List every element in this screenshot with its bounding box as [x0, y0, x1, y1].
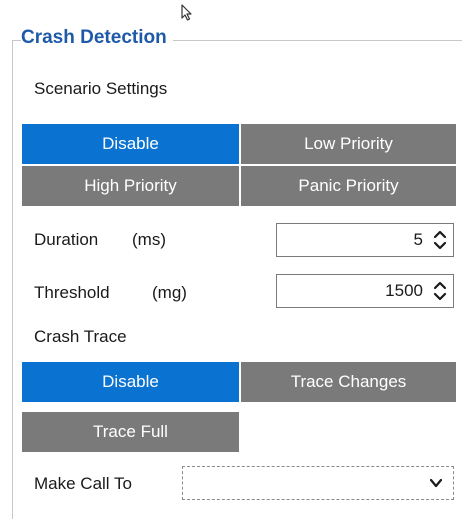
crash-trace-label: Crash Trace [34, 327, 127, 346]
threshold-unit: (mg) [152, 283, 187, 302]
make-call-to-label: Make Call To [34, 474, 132, 493]
group-title: Crash Detection [21, 24, 173, 52]
scenario-low-priority-button[interactable]: Low Priority [241, 124, 456, 164]
duration-value[interactable]: 5 [293, 224, 423, 256]
crash-detection-panel: Crash Detection Scenario Settings Disabl… [0, 0, 469, 520]
threshold-value[interactable]: 1500 [293, 275, 423, 307]
threshold-spinbox[interactable]: 1500 [276, 274, 454, 308]
trace-full-button[interactable]: Trace Full [22, 412, 239, 452]
scenario-settings-label: Scenario Settings [34, 79, 168, 98]
scenario-high-priority-button[interactable]: High Priority [22, 166, 239, 206]
scenario-disable-button[interactable]: Disable [22, 124, 239, 164]
threshold-label: Threshold [34, 283, 110, 302]
duration-label: Duration [34, 230, 99, 249]
make-call-to-dropdown[interactable] [182, 466, 454, 500]
up-down-arrows-icon[interactable] [433, 280, 447, 302]
trace-changes-button[interactable]: Trace Changes [241, 362, 456, 402]
up-down-arrows-icon[interactable] [433, 229, 447, 251]
scenario-panic-priority-button[interactable]: Panic Priority [241, 166, 456, 206]
duration-unit: (ms) [132, 230, 166, 249]
duration-spinbox[interactable]: 5 [276, 223, 454, 257]
trace-disable-button[interactable]: Disable [22, 362, 239, 402]
chevron-down-icon[interactable] [429, 476, 443, 490]
mouse-pointer-icon [181, 4, 192, 21]
